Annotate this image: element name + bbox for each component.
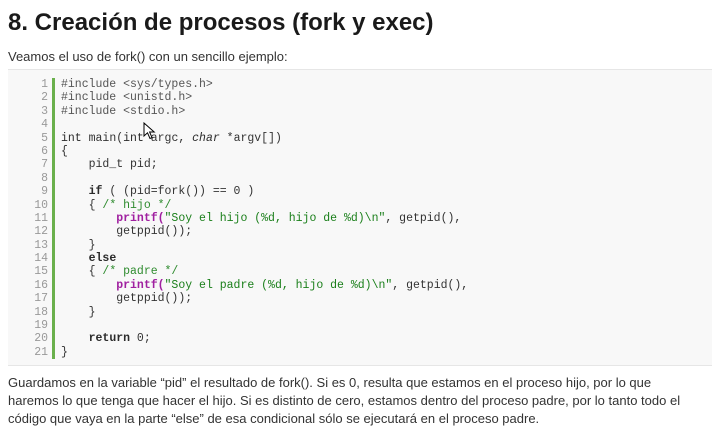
code-content: #include <sys/types.h> #include <unistd.h… [61,78,468,359]
line-number: 20 [34,332,48,346]
code-token: else [88,252,117,266]
line-number: 11 [34,211,48,225]
code-token: { [61,265,103,279]
gutter-divider [52,78,55,359]
code-token: main( [88,131,124,145]
intro-text: Veamos el uso de fork() con un sencillo … [8,49,288,64]
line-number: 3 [41,104,48,118]
code-line: else [61,252,468,265]
code-token: int [61,131,89,145]
code-line: } [61,239,468,252]
line-number: 15 [34,265,48,279]
code-token: { [61,198,103,212]
code-line: return 0; [61,332,468,345]
line-number: 16 [34,278,48,292]
code-block: 1 2 3 4 5 6 7 8 9 10 11 12 13 14 15 16 17 18 19 20 21 #inclu… [8,69,712,366]
explanation-paragraph: Guardamos en la variable “pid” el result… [8,374,708,428]
line-number: 21 [34,345,48,359]
code-token: 0; [130,332,151,346]
code-token: *argv[]) [226,131,282,145]
code-token: , getpid(), [385,211,462,225]
code-token: #include <sys/types.h> [61,78,213,91]
code-line: { /* hijo */ [61,199,468,212]
code-token: if [88,185,103,199]
code-token: } [61,305,96,319]
code-line: #include <stdio.h> [61,105,468,118]
code-token: } [61,345,68,359]
line-number: 14 [34,252,48,266]
line-number: 1 [41,78,48,91]
code-token: pid_t pid; [61,158,158,172]
code-token: return [88,332,131,346]
code-line: int main(int argc, char *argv[]) [61,132,468,145]
page-title: 8. Creación de procesos (fork y exec) [8,9,434,36]
line-number: 13 [34,238,48,252]
code-line: printf("Soy el padre (%d, hijo de %d)\n"… [61,279,468,292]
explanation-line: código que vaya en la parte “else” de es… [8,411,540,426]
code-line: #include <unistd.h> [61,91,468,104]
code-token: getppid()); [61,225,193,239]
code-token: } [61,238,96,252]
code-token: /* hijo */ [102,198,172,212]
code-line: { [61,145,468,158]
code-line: #include <sys/types.h> [61,78,468,91]
code-line: } [61,346,468,359]
code-token: ( (pid=fork()) == 0 ) [102,185,255,199]
code-token: "Soy el hijo (%d, hijo de %d)\n" [164,211,386,225]
line-number: 19 [34,319,48,333]
code-token: #include <unistd.h> [61,91,193,105]
code-token: printf( [116,211,165,225]
code-token: "Soy el padre (%d, hijo de %d)\n" [164,278,393,292]
explanation-line: Guardamos en la variable “pid” el result… [8,375,652,390]
code-line: printf("Soy el hijo (%d, hijo de %d)\n",… [61,212,468,225]
line-number: 18 [34,305,48,319]
line-number: 2 [41,91,48,105]
code-token: { [61,144,68,158]
code-token: getppid()); [61,292,193,306]
line-number: 9 [41,185,48,199]
line-number: 4 [41,118,48,132]
line-number: 10 [34,198,48,212]
code-line: pid_t pid; [61,158,468,171]
line-number: 17 [34,292,48,306]
line-number: 12 [34,225,48,239]
line-number: 7 [41,158,48,172]
code-token: #include <stdio.h> [61,104,186,118]
code-line: } [61,306,468,319]
mouse-pointer-icon [143,122,156,140]
line-number-gutter: 1 2 3 4 5 6 7 8 9 10 11 12 13 14 15 16 17 18 19 20 21 [20,78,48,359]
code-line: getppid()); [61,225,468,238]
code-token: , getpid(), [392,278,469,292]
code-line: getppid()); [61,292,468,305]
code-line: if ( (pid=fork()) == 0 ) [61,185,468,198]
line-number: 5 [41,131,48,145]
code-token: printf( [116,278,165,292]
code-line: { /* padre */ [61,265,468,278]
code-token: /* padre */ [102,265,179,279]
code-token: char [192,131,227,145]
explanation-line: haremos lo que tenga que hacer el hijo. … [8,393,681,408]
line-number: 8 [41,171,48,185]
line-number: 6 [41,144,48,158]
